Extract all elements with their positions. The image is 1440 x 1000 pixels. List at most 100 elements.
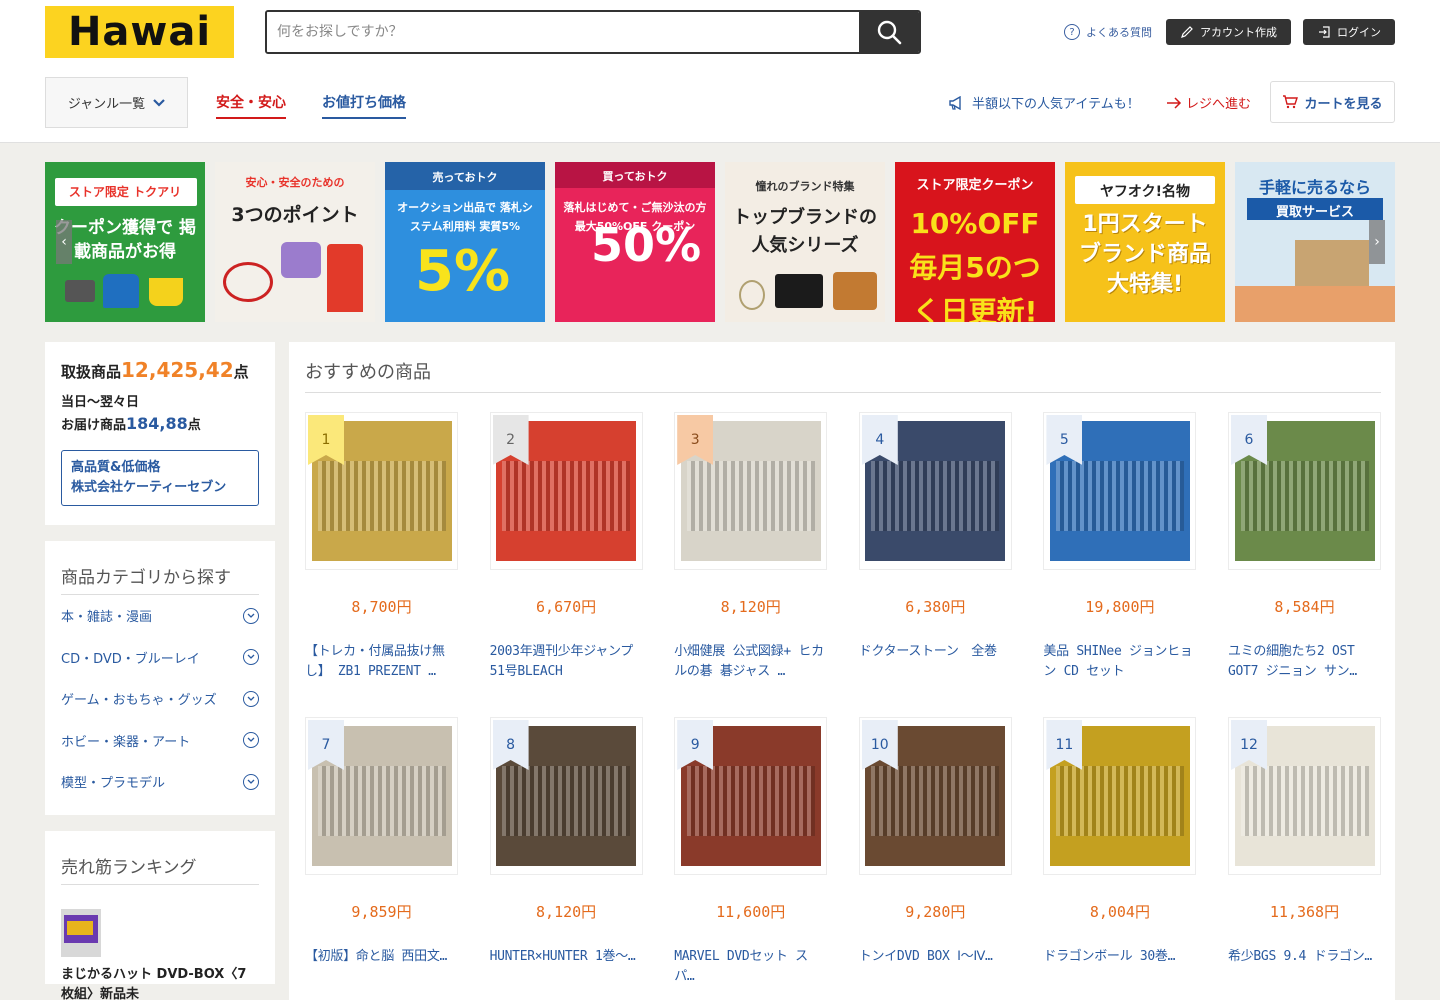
product-image[interactable]: 2 — [489, 412, 643, 570]
product-card[interactable]: 4 6,380円ドクターストーン 全巻 — [858, 412, 1012, 682]
product-name[interactable]: ドラゴンボール 30巻… — [1043, 947, 1196, 987]
product-image[interactable]: 5 — [1043, 412, 1197, 570]
banner-brand[interactable]: 憧れのブランド特集 トップブランドの 人気シリーズ — [725, 162, 885, 322]
product-image[interactable]: 4 — [858, 412, 1012, 570]
delivery-items-count: 184,88 — [126, 414, 188, 433]
product-image[interactable]: 10 — [858, 717, 1012, 875]
carousel-next-button[interactable]: › — [1369, 220, 1385, 264]
top-links: ? よくある質問 アカウント作成 ログイン — [1064, 19, 1395, 45]
banner-coupon[interactable]: ストア限定クーポン 10%OFF 毎月5のつく日更新! — [895, 162, 1055, 322]
total-items-count: 12,425,42 — [121, 358, 234, 382]
login-button[interactable]: ログイン — [1303, 19, 1395, 45]
arrow-right-icon — [1167, 96, 1182, 109]
cart-label: カートを見る — [1304, 96, 1383, 112]
banner-sub: 買取サービス — [1275, 205, 1354, 220]
seller-link[interactable]: 高品質&低価格 株式会社ケーティーセブン — [61, 450, 259, 506]
product-name[interactable]: HUNTER×HUNTER 1巻〜… — [490, 947, 643, 987]
delivery-window: 当日〜翌々日 — [61, 395, 140, 410]
view-cart-button[interactable]: カートを見る — [1270, 81, 1395, 123]
banner-sub: 1円スタート ブランド商品 大特集! — [1078, 212, 1211, 297]
banner-label: ストア限定 トクアリ — [68, 185, 182, 199]
total-items: 取扱商品12,425,42点 — [61, 358, 259, 382]
faq-link[interactable]: ? よくある質問 — [1064, 24, 1152, 40]
category-item[interactable]: ホビー・楽器・アート — [61, 720, 259, 762]
product-card[interactable]: 5 19,800円美品 SHINee ジョンヒョン CD セット — [1043, 412, 1197, 682]
delivery-items-label: お届け商品 — [61, 418, 127, 433]
promo-label: 半額以下の人気アイテムも！ — [972, 97, 1140, 112]
product-name[interactable]: MARVEL DVDセット スパ… — [674, 947, 827, 987]
ranking-item-image[interactable] — [61, 909, 101, 957]
product-name[interactable]: ドクターストーン 全巻 — [859, 642, 1012, 682]
tab-deals[interactable]: お値打ち価格 — [322, 92, 406, 119]
product-name[interactable]: 希少BGS 9.4 ドラゴン… — [1228, 947, 1381, 987]
product-image[interactable]: 11 — [1043, 717, 1197, 875]
product-image[interactable]: 9 — [674, 717, 828, 875]
product-name[interactable]: 2003年週刊少年ジャンプ 51号BLEACH — [490, 642, 643, 682]
product-price: 11,368円 — [1269, 903, 1340, 921]
banner-label: ヤフオク!名物 — [1099, 184, 1191, 200]
category-title: 商品カテゴリから探す — [61, 563, 259, 595]
search-bar — [265, 10, 921, 54]
promo-link[interactable]: 半額以下の人気アイテムも！ — [948, 93, 1140, 112]
pencil-icon — [1181, 26, 1193, 38]
checkout-link[interactable]: レジへ進む — [1166, 93, 1251, 112]
banner-label: ストア限定クーポン — [916, 178, 1034, 193]
site-header: Hawai ? よくある質問 アカウント作成 ログイン ジャンル一覧 安全・安心… — [0, 0, 1440, 143]
banner-sub: 3つのポイント — [231, 204, 359, 226]
total-items-label: 取扱商品 — [61, 363, 122, 381]
search-button[interactable] — [859, 12, 919, 52]
category-label: ゲーム・おもちゃ・グッズ — [61, 693, 217, 709]
banner-buy[interactable]: 買っておトク 落札はじめて・ご無沙汰の方 最大50%OFF クーポン 50% — [555, 162, 715, 322]
genre-dropdown[interactable]: ジャンル一覧 — [45, 77, 188, 128]
checkout-label: レジへ進む — [1186, 97, 1252, 112]
product-price: 8,120円 — [536, 903, 597, 921]
signup-button[interactable]: アカウント作成 — [1166, 19, 1291, 45]
product-image[interactable]: 8 — [489, 717, 643, 875]
product-card[interactable]: 3 8,120円 小畑健展 公式図録+ ヒカルの碁 碁ジャス … — [674, 412, 828, 682]
product-price: 6,380円 — [905, 598, 966, 616]
banner-label: 憧れのブランド特集 — [755, 180, 855, 193]
search-input[interactable] — [267, 12, 859, 52]
category-item[interactable]: ゲーム・おもちゃ・グッズ — [61, 678, 259, 720]
product-name[interactable]: 【初版】命と脳 西田文… — [305, 947, 458, 987]
product-image[interactable]: 1 — [305, 412, 458, 570]
chevron-down-icon — [243, 732, 259, 749]
banner-one-yen[interactable]: ヤフオク!名物 1円スタート ブランド商品 大特集! — [1065, 162, 1225, 322]
banner-sell[interactable]: 売っておトク オークション出品で 落札システム利用料 実質5% 5% — [385, 162, 545, 322]
product-card[interactable]: 9 11,600円 MARVEL DVDセット スパ… — [674, 717, 828, 987]
product-name[interactable]: ユミの細胞たち2 OST GOT7 ジニョン サン… — [1228, 642, 1381, 682]
banner-label: 買っておトク — [602, 170, 668, 183]
product-card[interactable]: 12 11,368円希少BGS 9.4 ドラゴン… — [1228, 717, 1381, 987]
product-price: 8,004円 — [1089, 903, 1150, 921]
faq-label: よくある質問 — [1086, 26, 1152, 39]
product-card[interactable]: 10 9,280円 トンイDVD BOX Ⅰ〜Ⅳ… — [858, 717, 1012, 987]
product-name[interactable]: トンイDVD BOX Ⅰ〜Ⅳ… — [859, 947, 1012, 987]
product-image[interactable]: 12 — [1228, 717, 1381, 875]
category-label: ホビー・楽器・アート — [61, 734, 191, 750]
product-card[interactable]: 1 8,700円 【トレカ・付属品抜け無し】 ZB1 PREZENT … — [305, 412, 458, 682]
site-logo[interactable]: Hawai — [45, 6, 234, 58]
product-card[interactable]: 8 8,120円 HUNTER×HUNTER 1巻〜… — [489, 717, 643, 987]
product-name[interactable]: 美品 SHINee ジョンヒョン CD セット — [1043, 642, 1196, 682]
product-image[interactable]: 3 — [674, 412, 828, 570]
product-card[interactable]: 2 6,670円 2003年週刊少年ジャンプ 51号BLEACH — [489, 412, 643, 682]
login-label: ログイン — [1337, 26, 1381, 39]
ranking-item-name[interactable]: まじかるハット DVD-BOX〈7枚組〉新品未 — [61, 965, 259, 1000]
product-image[interactable]: 7 — [305, 717, 458, 875]
tab-safety[interactable]: 安全・安心 — [216, 92, 286, 119]
product-price: 19,800円 — [1085, 598, 1155, 616]
product-card[interactable]: 6 8,584円 ユミの細胞たち2 OST GOT7 ジニョン サン… — [1228, 412, 1381, 682]
category-item[interactable]: CD・DVD・ブルーレイ — [61, 637, 259, 679]
product-image[interactable]: 6 — [1228, 412, 1381, 570]
store-stats-panel: 取扱商品12,425,42点 当日〜翌々日 お届け商品184,88点 高品質&低… — [45, 342, 275, 525]
category-item[interactable]: 本・雑誌・漫画 — [61, 595, 259, 637]
product-card[interactable]: 11 8,004円ドラゴンボール 30巻… — [1043, 717, 1197, 987]
banner-safety[interactable]: 安心・安全のための 3つのポイント — [215, 162, 375, 322]
search-icon — [877, 20, 902, 45]
product-card[interactable]: 7 9,859円 【初版】命と脳 西田文… — [305, 717, 458, 987]
category-item[interactable]: 模型・プラモデル — [61, 761, 259, 803]
product-name[interactable]: 【トレカ・付属品抜け無し】 ZB1 PREZENT … — [305, 642, 458, 682]
product-name[interactable]: 小畑健展 公式図録+ ヒカルの碁 碁ジャス … — [674, 642, 827, 682]
carousel-prev-button[interactable]: ‹ — [56, 220, 72, 264]
login-icon — [1319, 26, 1330, 38]
